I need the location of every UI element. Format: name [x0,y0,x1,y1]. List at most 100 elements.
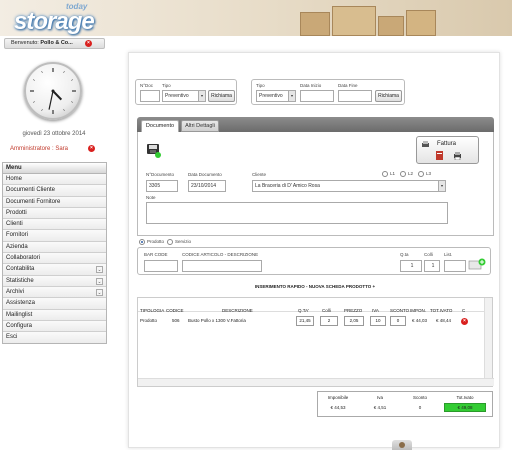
chevron-down-icon[interactable]: ⌄ [96,288,103,296]
iva-value: € 4,51 [373,405,387,410]
tipo-select-value: Preventivo [165,93,189,99]
row-colli-input[interactable]: 2 [320,316,338,326]
tot-ivato-value: € 49,08 [444,403,486,412]
horizontal-scrollbar[interactable] [138,378,494,386]
listino-input[interactable] [444,260,466,272]
sidebar-item-documenti-cliente[interactable]: Documenti Cliente [3,185,106,197]
search-by-date-box: Tipo Data Inizio Data Fine Preventivo ▾ R… [251,79,405,105]
data-fine-input[interactable] [338,90,372,102]
tabs-bar: Documento Altri Dettagli [137,117,494,132]
admin-label: Amministratore : Sara [10,146,69,152]
col-codice: CODICE [166,308,184,313]
admin-close-icon[interactable]: × [88,145,95,152]
note-textarea[interactable] [146,202,448,224]
richiama-button[interactable]: Richiama [208,90,235,102]
sidebar-item-home[interactable]: Home [3,174,106,186]
tipo-select-2[interactable]: Preventivo ▾ [256,90,296,102]
chevron-down-icon[interactable]: ⌄ [96,277,103,285]
sconto-value: 0 [418,405,422,410]
col-iva: IVA [372,308,379,313]
save-icon[interactable] [146,142,162,158]
fattura-button[interactable]: Fattura [416,136,479,164]
prodotto-radio[interactable] [139,239,145,245]
ndoc-label: N°Doc [140,83,154,88]
l1-label: L1 [390,171,396,176]
listino-l2-radio[interactable] [400,171,406,177]
welcome-prefix: Benvenuto: [11,40,39,46]
sidebar-item-collaboratori[interactable]: Collaboratori [3,253,106,265]
sidebar-item-esci[interactable]: Esci [3,332,106,344]
qta-input[interactable]: 1 [400,260,422,272]
listino-l1-radio[interactable] [382,171,388,177]
list-label: List. [444,252,453,257]
tipo-label: Tipo [162,83,171,88]
sidebar-item-label: Documenti Fornitore [6,198,61,205]
pdf-icon[interactable] [435,151,444,160]
delete-row-icon[interactable]: × [461,318,468,325]
servizio-radio[interactable] [167,239,173,245]
sidebar-item-azienda[interactable]: Azienda [3,241,106,254]
sidebar-item-contabilita[interactable]: Contabilita ⌄ [3,264,106,276]
row-prezzo-input[interactable]: 2,05 [344,316,364,326]
ndocumento-input[interactable]: 3305 [146,180,178,192]
sidebar-item-label: Prodotti [6,209,27,216]
sidebar-item-prodotti[interactable]: Prodotti [3,207,106,220]
row-sconto-input[interactable]: 0 [390,316,406,326]
clock-hour-hand [52,90,63,101]
tab-documento[interactable]: Documento [141,120,179,132]
l3-label: L3 [426,171,432,176]
row-codice: 506 [172,318,180,323]
sidebar-item-assistenza[interactable]: Assistenza [3,298,106,310]
row-impon: € 44,03 [412,318,428,323]
table-row: Prodotto 506 Busto Pollo x 1300 V.Fattor… [138,315,484,329]
add-to-cart-icon[interactable] [468,258,486,272]
sidebar-item-fornitori[interactable]: Fornitori [3,230,106,242]
sidebar-item-label: Archivi [6,288,25,295]
user-icon [399,442,405,448]
sidebar-item-mailinglist[interactable]: Mailinglist [3,309,106,321]
col-tot-ivato: TOT.IVATO [430,308,453,313]
welcome-bar: Benvenuto: Pollo & Co... × [4,38,105,49]
richiama-button-2[interactable]: Richiama [375,90,402,102]
ndocumento-label: N°Documento [146,172,175,177]
cliente-select-value: La Braceria di D' Amico Rosa [255,183,320,189]
ndoc-input[interactable] [140,90,160,102]
tipo-label: Tipo [256,83,265,88]
avatar [392,440,412,450]
logo: today storage [6,2,124,35]
sidebar-item-label: Mailinglist [6,311,33,318]
tipo-select-value: Preventivo [259,93,283,99]
data-documento-input[interactable]: 23/10/2014 [188,180,226,192]
qta-label: Q.ta [400,252,409,257]
col-sconto: SCONTO [390,308,410,313]
print-icon[interactable] [453,151,462,160]
listino-l3-radio[interactable] [418,171,424,177]
row-descrizione: Busto Pollo x 1300 V.Fattoria [188,318,246,323]
col-impon: IMPON. [410,308,427,313]
cliente-select[interactable]: La Braceria di D' Amico Rosa ▾ [252,180,446,192]
sidebar-item-documenti-fornitore[interactable]: Documenti Fornitore [3,196,106,208]
col-colli: Colli [322,308,331,313]
tipo-select[interactable]: Preventivo ▾ [162,90,206,102]
chevron-down-icon[interactable]: ⌄ [96,266,103,274]
barcode-input[interactable] [144,260,178,272]
row-iva-input[interactable]: 10 [370,316,386,326]
search-by-number-box: N°Doc Tipo Preventivo ▾ Richiama [135,79,237,105]
menu-title: Menu [3,163,106,174]
logout-icon[interactable]: × [85,40,92,47]
sidebar-menu: Menu Home Documenti Cliente Documenti Fo… [2,162,107,345]
colli-input[interactable]: 1 [424,260,440,272]
data-inizio-input[interactable] [300,90,334,102]
row-qta-input[interactable]: 21,45 [296,316,314,326]
vertical-scrollbar[interactable] [484,298,492,378]
tab-altri-dettagli[interactable]: Altri Dettagli [181,120,219,132]
sidebar-item-statistiche[interactable]: Statistiche ⌄ [3,275,106,287]
sidebar-item-configura[interactable]: Configura [3,320,106,333]
codice-articolo-input[interactable] [182,260,262,272]
sidebar-item-archivi[interactable]: Archivi ⌄ [3,286,106,299]
sidebar-item-clienti[interactable]: Clienti [3,219,106,231]
quick-insert-link[interactable]: INSERIMENTO RAPIDO - NUOVA SCHEDA PRODOT… [129,284,501,289]
printer-icon [422,141,429,147]
row-tipologia: Prodotto [140,318,158,323]
tot-ivato-label: Tot.Ivato [456,395,474,400]
